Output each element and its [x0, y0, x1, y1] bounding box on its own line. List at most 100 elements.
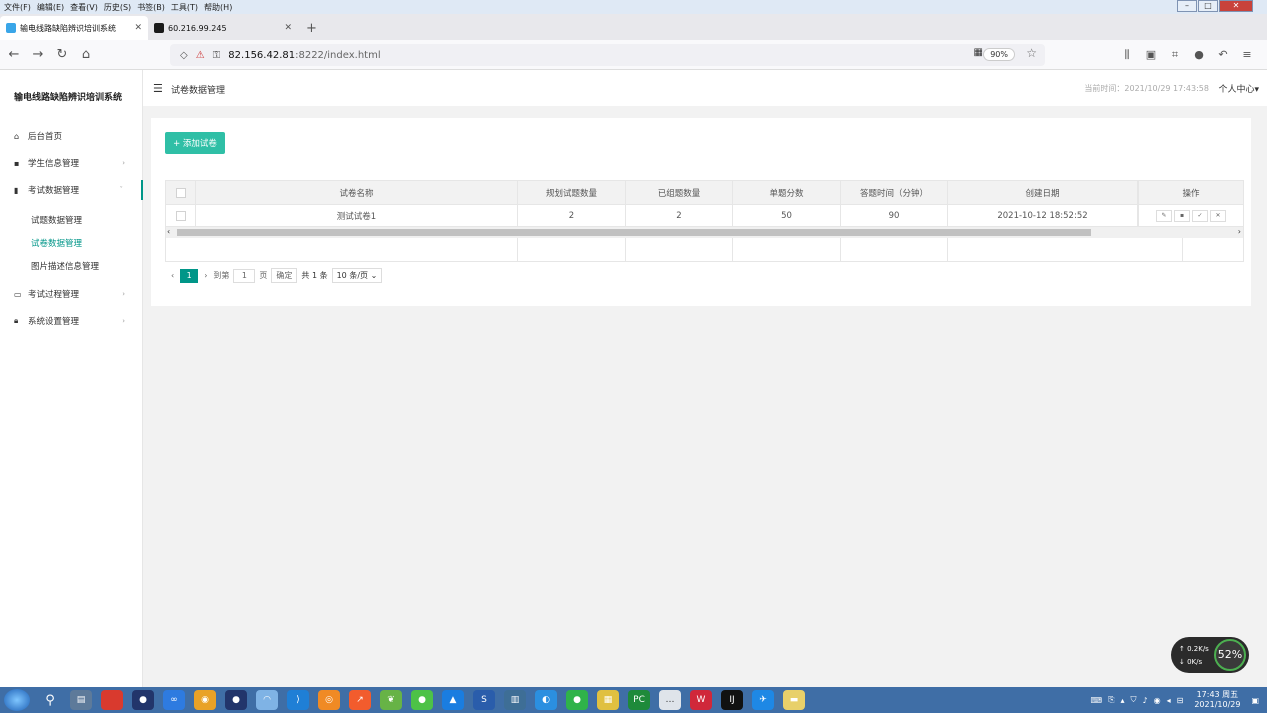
crop-icon[interactable]: ⌗ — [1163, 48, 1187, 62]
col-header-name[interactable]: 试卷名称 — [196, 181, 518, 205]
menu-tools[interactable]: 工具(T) — [171, 2, 198, 13]
save-icon[interactable]: ▪ — [1174, 210, 1190, 222]
close-window-button[interactable]: ✕ — [1219, 0, 1253, 12]
col-header-score[interactable]: 单题分数 — [733, 181, 841, 205]
sidebar-item-students[interactable]: ▪ 学生信息管理 › — [0, 153, 143, 173]
keyboard-icon[interactable]: ⌨ — [1091, 696, 1103, 705]
menu-file[interactable]: 文件(F) — [4, 2, 31, 13]
grid-app-icon[interactable]: ▦ — [597, 690, 619, 710]
qr-code-icon[interactable]: ▦ — [974, 47, 983, 58]
user-center-menu[interactable]: 个人中心▾ — [1218, 82, 1259, 95]
chat-icon[interactable]: ● — [1187, 48, 1211, 62]
baidu-disk-icon[interactable]: ∞ — [163, 690, 185, 710]
intellij-icon[interactable]: IJ — [721, 690, 743, 710]
row-checkbox[interactable] — [175, 211, 186, 221]
qq-browser-icon[interactable]: ◐ — [535, 690, 557, 710]
message-icon[interactable]: … — [659, 690, 681, 710]
tab-close-icon[interactable]: ✕ — [134, 23, 142, 33]
start-button[interactable] — [4, 689, 30, 711]
menu-edit[interactable]: 编辑(E) — [37, 2, 64, 13]
ime-icon[interactable]: ⊟ — [1177, 696, 1184, 705]
spring-icon[interactable]: ❦ — [380, 690, 402, 710]
confirm-page-button[interactable]: 确定 — [271, 268, 298, 283]
bookmark-star-icon[interactable]: ☆ — [1026, 46, 1037, 60]
terminal-icon[interactable]: ▥ — [504, 690, 526, 710]
home-nav-icon[interactable]: ⌂ — [76, 47, 96, 62]
explorer-icon[interactable]: ▤ — [70, 690, 92, 710]
chrome-icon[interactable]: ◉ — [194, 690, 216, 710]
volume-icon[interactable]: ◂ — [1167, 696, 1171, 705]
menu-hamburger-icon[interactable]: ≡ — [1235, 48, 1259, 62]
scroll-right-icon[interactable]: › — [1238, 227, 1241, 236]
prev-page-icon[interactable]: ‹ — [171, 271, 174, 280]
postman-icon[interactable]: ↗ — [349, 690, 371, 710]
reload-icon[interactable]: ↻ — [52, 47, 72, 62]
menu-view[interactable]: 查看(V) — [70, 2, 98, 13]
zoom-level[interactable]: 90% — [983, 48, 1015, 61]
scroll-left-icon[interactable]: ‹ — [167, 227, 170, 236]
firefox-icon[interactable]: ◎ — [318, 690, 340, 710]
menu-history[interactable]: 历史(S) — [104, 2, 131, 13]
action-center-icon[interactable]: ▣ — [1251, 696, 1259, 705]
forward-icon[interactable]: → — [28, 47, 48, 62]
sidebar-item-exam-process[interactable]: ▭ 考试过程管理 › — [0, 284, 143, 304]
sogou-icon[interactable]: S — [473, 690, 495, 710]
col-header-time[interactable]: 答题时间（分钟） — [841, 181, 948, 205]
eclipse2-icon[interactable]: ● — [225, 690, 247, 710]
sidebar-toggle-icon[interactable]: ▣ — [1139, 48, 1163, 62]
select-all-checkbox[interactable] — [175, 188, 186, 198]
page-input[interactable]: 1 — [233, 268, 256, 283]
sidebar-item-home[interactable]: ⌂ 后台首页 — [0, 126, 143, 146]
notification-icon[interactable]: ♪ — [1143, 696, 1148, 705]
app-red-icon[interactable] — [101, 690, 123, 710]
sidebar-subitem-papers[interactable]: 试卷数据管理 — [31, 237, 82, 249]
page-current[interactable]: 1 — [180, 268, 199, 283]
pycharm-icon[interactable]: PC — [628, 690, 650, 710]
scroll-thumb[interactable] — [177, 229, 1091, 236]
wps-icon[interactable]: W — [690, 690, 712, 710]
sidebar-item-settings[interactable]: 🔒︎ 系统设置管理 › — [0, 311, 143, 331]
col-header-assembled[interactable]: 已组题数量 — [626, 181, 733, 205]
next-page-icon[interactable]: › — [204, 271, 207, 280]
wechat-work-icon[interactable]: ● — [411, 690, 433, 710]
shield-tray-icon[interactable]: ⛉ — [1131, 695, 1137, 705]
tab-second[interactable]: 60.216.99.245 ✕ — [148, 16, 298, 40]
vscode-icon[interactable]: ⟩ — [287, 690, 309, 710]
back-icon[interactable]: ← — [4, 47, 24, 62]
sidebar-subitem-questions[interactable]: 试题数据管理 — [31, 214, 82, 226]
usb-icon[interactable]: ⎘ — [1108, 695, 1114, 705]
edit-icon[interactable]: ✎ — [1156, 210, 1172, 222]
add-paper-button[interactable]: + 添加试卷 — [165, 132, 225, 154]
per-page-select[interactable]: 10 条/页 ⌄ — [331, 268, 383, 283]
tab-active[interactable]: 输电线路缺陷辨识培训系统 ✕ — [0, 16, 148, 40]
col-header-planned[interactable]: 规划试题数量 — [518, 181, 626, 205]
check-icon[interactable]: ✓ — [1192, 210, 1208, 222]
new-tab-icon[interactable]: + — [306, 21, 317, 36]
library-icon[interactable]: ⫼ — [1115, 48, 1139, 62]
maximize-button[interactable]: □ — [1198, 0, 1218, 12]
menu-toggle-icon[interactable]: ☰ — [153, 82, 163, 95]
undo-icon[interactable]: ↶ — [1211, 48, 1235, 62]
url-bar[interactable]: ◇ ⚠ ⚿ 82.156.42.81 :8222/index.html ▦ 90… — [170, 44, 1045, 66]
taskbar-clock[interactable]: 17:43 周五 2021/10/29 — [1194, 690, 1240, 710]
delete-icon[interactable]: ✕ — [1210, 210, 1226, 222]
folder-icon[interactable]: ▬ — [783, 690, 805, 710]
tray-expand-icon[interactable]: ▴ — [1121, 696, 1125, 705]
menu-help[interactable]: 帮助(H) — [204, 2, 232, 13]
horizontal-scrollbar[interactable]: ‹ › — [166, 227, 1243, 238]
table-row[interactable]: 测试试卷1 2 2 50 90 2021-10-12 18:52:52 ✎ ▪ … — [166, 205, 1243, 227]
wechat-icon[interactable]: ● — [566, 690, 588, 710]
network-speed-widget[interactable]: ↑ 0.2K/s ↓ 0K/s 52% — [1171, 637, 1249, 673]
col-header-created[interactable]: 创建日期 — [948, 181, 1138, 205]
sidebar-item-exam-data[interactable]: ▮ 考试数据管理 ˇ — [0, 180, 143, 200]
sidebar-subitem-image-desc[interactable]: 图片描述信息管理 — [31, 260, 99, 272]
search-icon[interactable]: ⚲ — [39, 690, 61, 710]
minimize-button[interactable]: – — [1177, 0, 1197, 12]
lark-icon[interactable]: ✈ — [752, 690, 774, 710]
network-icon[interactable]: ◉ — [1154, 696, 1161, 705]
tab-close-icon[interactable]: ✕ — [284, 23, 292, 33]
eclipse-icon[interactable]: ● — [132, 690, 154, 710]
paint-icon[interactable]: ◠ — [256, 690, 278, 710]
mountain-app-icon[interactable]: ▲ — [442, 690, 464, 710]
menu-bookmarks[interactable]: 书签(B) — [137, 2, 165, 13]
